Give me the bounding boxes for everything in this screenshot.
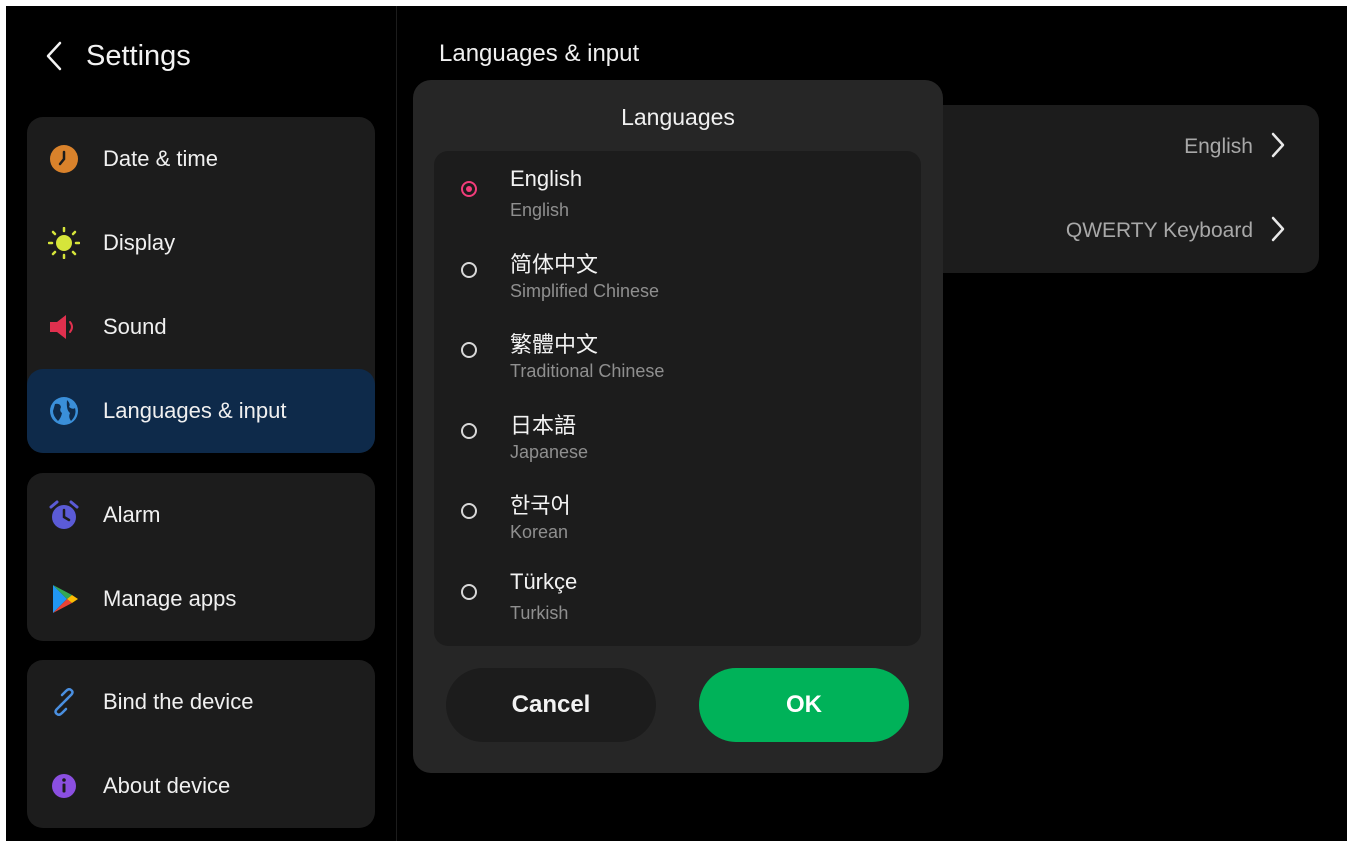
sidebar-item-languages-input[interactable]: Languages & input <box>27 369 375 453</box>
sidebar-item-alarm[interactable]: Alarm <box>27 473 375 557</box>
play-store-icon <box>48 583 80 615</box>
dialog-title: Languages <box>621 104 735 130</box>
chevron-left-icon[interactable] <box>42 39 66 73</box>
ok-button[interactable]: OK <box>699 668 909 742</box>
row-value: English <box>1184 135 1253 158</box>
sidebar-item-label: Alarm <box>103 502 161 527</box>
sidebar-item-label: Manage apps <box>103 586 237 611</box>
radio-button-selected[interactable] <box>461 181 477 197</box>
sidebar-item-label: Sound <box>103 314 167 339</box>
settings-group-3: Bind the device About device <box>27 660 375 828</box>
radio-button[interactable] <box>461 503 477 519</box>
language-option-simplified-chinese[interactable]: 简体中文 Simplified Chinese <box>434 232 921 312</box>
sidebar-item-manage-apps[interactable]: Manage apps <box>27 557 375 641</box>
clock-icon <box>48 143 80 175</box>
language-subtitle: English <box>510 200 570 220</box>
language-name: 日本語 <box>510 413 577 438</box>
sidebar-item-label: Bind the device <box>103 689 254 714</box>
language-option-japanese[interactable]: 日本語 Japanese <box>434 393 921 473</box>
speaker-icon <box>48 311 80 343</box>
radio-button[interactable] <box>461 262 477 278</box>
language-option-traditional-chinese[interactable]: 繁體中文 Traditional Chinese <box>434 312 921 392</box>
sidebar-item-label: Display <box>103 230 176 255</box>
language-name: English <box>510 166 583 191</box>
sidebar: Settings Date & time Display Sound Langu… <box>6 6 397 841</box>
sun-icon <box>48 227 80 259</box>
sidebar-item-label: Languages & input <box>103 398 287 423</box>
chevron-right-icon <box>1271 216 1285 247</box>
radio-button[interactable] <box>461 423 477 439</box>
screen: Settings Date & time Display Sound Langu… <box>6 6 1347 841</box>
settings-group-1: Date & time Display Sound Languages & in… <box>27 117 375 453</box>
language-name: 简体中文 <box>510 252 599 277</box>
sidebar-item-date-time[interactable]: Date & time <box>27 117 375 201</box>
language-name: 繁體中文 <box>510 332 599 357</box>
sidebar-item-display[interactable]: Display <box>27 201 375 285</box>
language-subtitle: Traditional Chinese <box>510 361 665 381</box>
link-icon <box>48 686 80 718</box>
globe-icon <box>48 395 80 427</box>
cancel-button[interactable]: Cancel <box>446 668 656 742</box>
language-subtitle: Turkish <box>510 603 569 623</box>
language-name: Türkçe <box>510 569 578 594</box>
language-subtitle: Simplified Chinese <box>510 281 660 301</box>
sidebar-item-label: Date & time <box>103 146 218 171</box>
sidebar-item-bind-device[interactable]: Bind the device <box>27 660 375 744</box>
languages-dialog: Languages English English 简体中文 Simplifie… <box>413 80 943 773</box>
info-icon <box>48 770 80 802</box>
row-value: QWERTY Keyboard <box>1065 219 1253 242</box>
radio-button[interactable] <box>461 584 477 600</box>
settings-group-2: Alarm Manage apps <box>27 473 375 641</box>
chevron-right-icon <box>1271 132 1285 163</box>
language-option-turkish[interactable]: Türkçe Turkish <box>434 554 921 634</box>
header: Settings <box>42 36 191 76</box>
language-option-korean[interactable]: 한국어 Korean <box>434 473 921 553</box>
language-subtitle: Japanese <box>510 442 589 462</box>
alarm-clock-icon <box>48 499 80 531</box>
page-title: Settings <box>86 39 191 72</box>
radio-button[interactable] <box>461 342 477 358</box>
main-title: Languages & input <box>439 40 640 67</box>
sidebar-item-sound[interactable]: Sound <box>27 285 375 369</box>
language-name: 한국어 <box>510 493 571 518</box>
language-list: English English 简体中文 Simplified Chinese … <box>434 151 921 646</box>
sidebar-item-label: About device <box>103 773 231 798</box>
language-option-english[interactable]: English English <box>434 151 921 231</box>
language-subtitle: Korean <box>510 522 569 542</box>
sidebar-item-about-device[interactable]: About device <box>27 744 375 828</box>
